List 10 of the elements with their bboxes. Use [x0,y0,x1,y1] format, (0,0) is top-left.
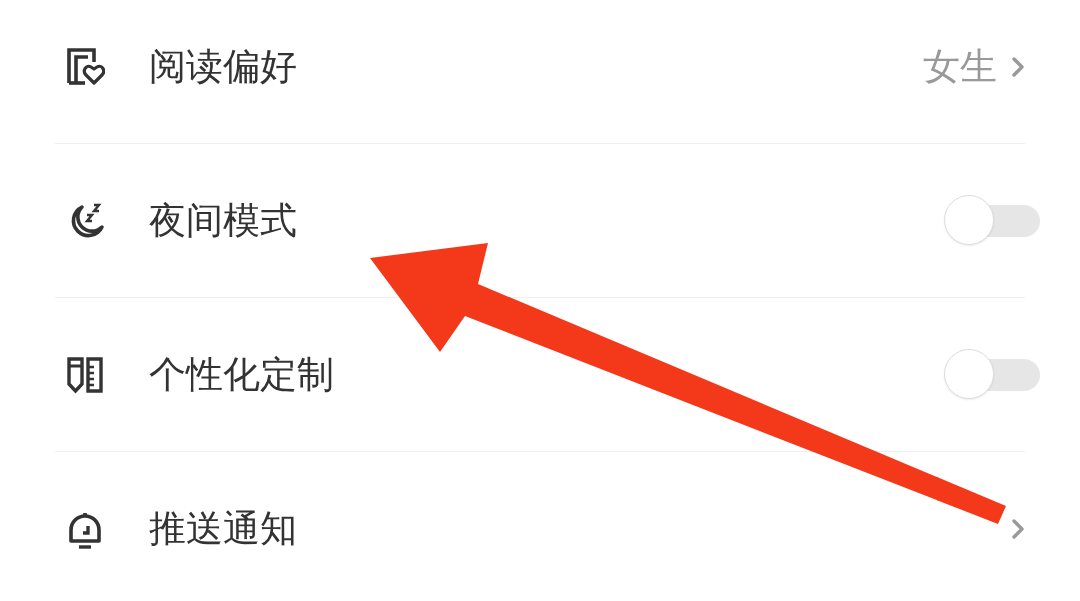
setting-label: 夜间模式 [149,197,297,244]
pencil-ruler-icon [65,354,105,395]
setting-label: 阅读偏好 [149,43,297,90]
book-heart-icon [65,46,105,87]
setting-label: 个性化定制 [149,351,334,398]
chevron-right-icon [1011,55,1025,78]
chevron-right-icon [1011,518,1025,540]
setting-value: 女生 [923,43,997,90]
arrow-tail [937,477,1006,524]
setting-label: 推送通知 [149,506,297,552]
